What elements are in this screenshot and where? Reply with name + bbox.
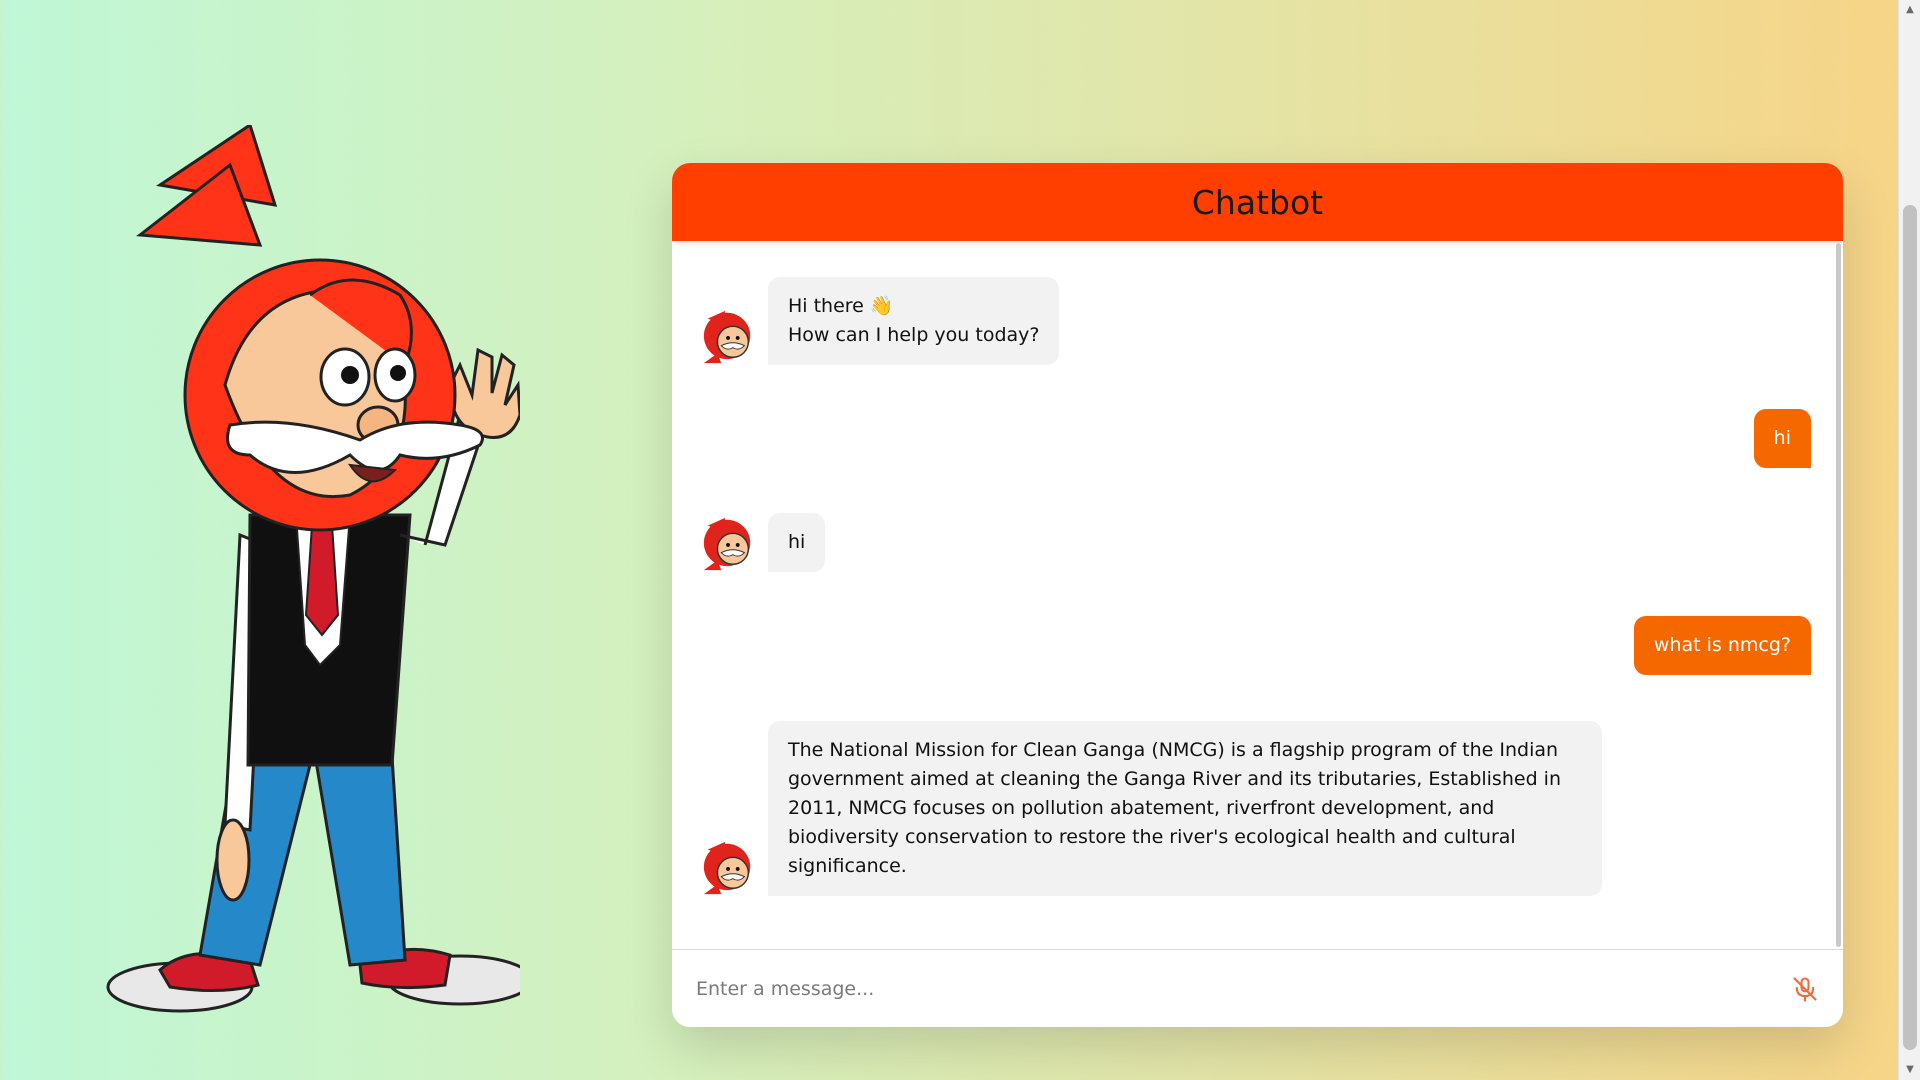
message-text: The National Mission for Clean Ganga (NM… [768, 721, 1602, 896]
message-text: Hi there 👋 How can I help you today? [768, 277, 1060, 365]
bot-avatar-icon [703, 310, 751, 364]
page-scrollbar[interactable]: ▲ ▼ [1898, 0, 1920, 1080]
bot-avatar-icon [703, 841, 751, 895]
message-text: hi [768, 513, 826, 572]
message-input[interactable] [696, 977, 1791, 1000]
user-message: hi [1753, 409, 1811, 468]
bot-message: hi [700, 513, 826, 572]
user-message: what is nmcg? [1633, 616, 1811, 675]
scroll-down-arrow-icon[interactable]: ▼ [1899, 1060, 1920, 1080]
bot-message: The National Mission for Clean Ganga (NM… [700, 721, 1602, 896]
message-text: what is nmcg? [1633, 616, 1811, 675]
scroll-up-arrow-icon[interactable]: ▲ [1899, 0, 1920, 20]
mic-off-icon[interactable] [1791, 975, 1819, 1003]
chat-title: Chatbot [1191, 182, 1324, 222]
chat-scrollbar[interactable] [1836, 243, 1841, 947]
chat-messages[interactable]: Hi there 👋 How can I help you today? hi … [672, 241, 1843, 949]
scrollbar-thumb[interactable] [1903, 205, 1917, 1050]
bot-message: Hi there 👋 How can I help you today? [700, 277, 1060, 365]
message-text: hi [1753, 409, 1811, 468]
mascot-illustration [106, 125, 520, 1013]
chatbot-window: Chatbot Hi there 👋 How can I help you to… [672, 163, 1843, 1027]
chat-input-bar [672, 949, 1843, 1027]
chat-header: Chatbot [672, 163, 1843, 241]
bot-avatar-icon [703, 517, 751, 571]
